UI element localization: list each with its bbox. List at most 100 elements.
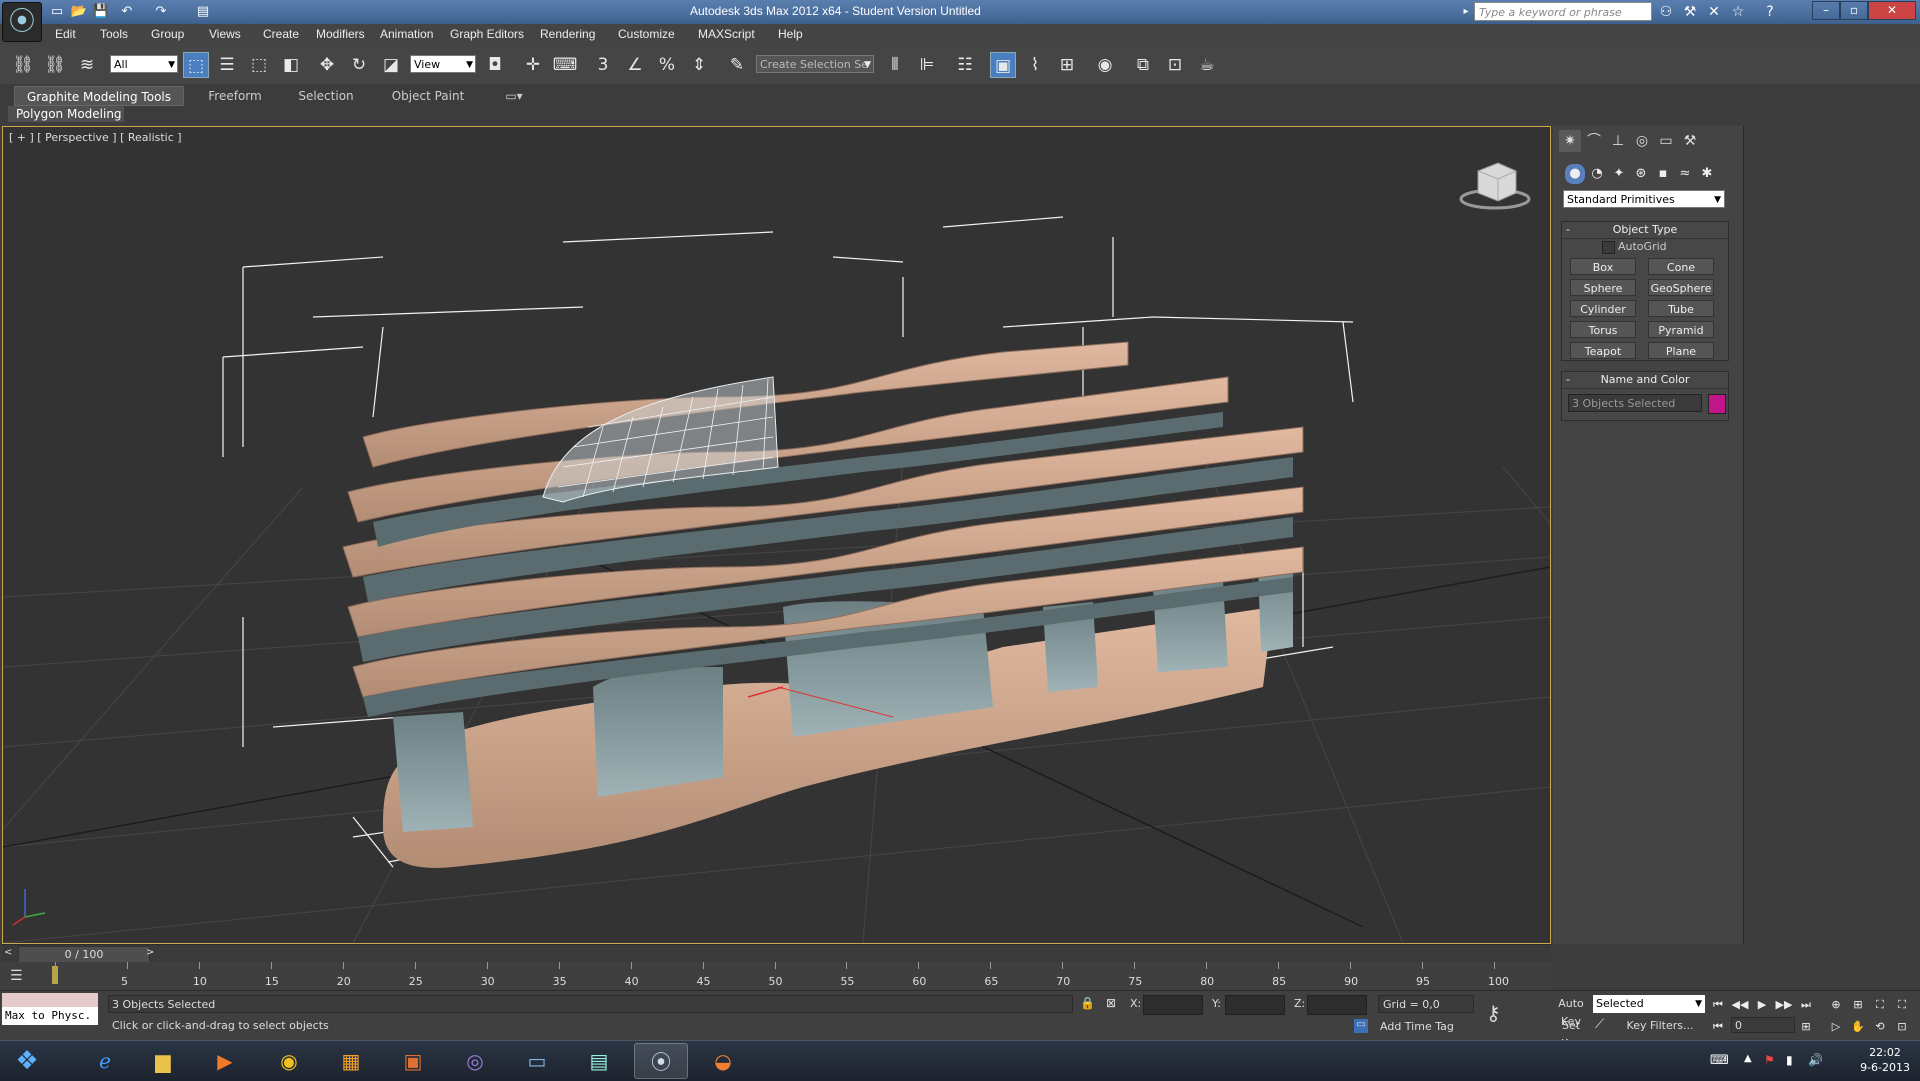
maxscript-mini-listener[interactable]: Max to Physc.: [2, 1007, 98, 1025]
system-clock[interactable]: 22:02 9-6-2013: [1860, 1045, 1910, 1075]
shapes-icon[interactable]: ◔: [1587, 164, 1607, 184]
perspective-viewport[interactable]: [ + ] [ Perspective ] [ Realistic ]: [2, 126, 1551, 944]
pyramid-button[interactable]: Pyramid: [1648, 321, 1714, 338]
select-by-name-icon[interactable]: ☰: [214, 52, 240, 78]
reference-coordinate-dropdown[interactable]: View ▼: [410, 55, 476, 73]
graphite-toggle-icon[interactable]: ▣: [990, 52, 1016, 78]
project-folder-icon[interactable]: ▤: [194, 3, 212, 20]
pivot-center-icon[interactable]: ◘: [482, 52, 508, 78]
menu-tools[interactable]: Tools: [100, 27, 128, 41]
help-icon[interactable]: ?: [1760, 3, 1780, 21]
set-key-icon[interactable]: ⚷: [1486, 1001, 1501, 1025]
tab-selection[interactable]: Selection: [284, 86, 368, 106]
3ds-max-taskbar-icon[interactable]: ⦿: [634, 1043, 688, 1079]
app-logo-icon[interactable]: ⦿: [2, 2, 42, 42]
volume-icon[interactable]: 🔊: [1808, 1053, 1823, 1067]
keyboard-tray-icon[interactable]: ⌨: [1710, 1053, 1729, 1068]
hierarchy-tab-icon[interactable]: ⊥: [1607, 130, 1629, 152]
geosphere-button[interactable]: GeoSphere: [1648, 279, 1714, 296]
menu-animation[interactable]: Animation: [380, 27, 433, 41]
chrome-icon[interactable]: ◉: [262, 1043, 316, 1079]
menu-modifiers[interactable]: Modifiers: [316, 27, 365, 41]
x-coordinate-field[interactable]: [1143, 995, 1203, 1015]
open-file-icon[interactable]: 📂: [70, 3, 88, 20]
search-input[interactable]: Type a keyword or phrase: [1474, 2, 1652, 21]
unlink-icon[interactable]: ⛓: [42, 52, 68, 78]
menu-help[interactable]: Help: [778, 27, 803, 41]
object-type-header[interactable]: - Object Type: [1562, 222, 1728, 239]
rectangular-selection-icon[interactable]: ⬚: [246, 52, 272, 78]
maxscript-listener-pink[interactable]: [2, 993, 98, 1007]
ribbon-options-icon[interactable]: ▭▾: [500, 86, 528, 106]
binoculars-icon[interactable]: ⚇: [1656, 3, 1676, 21]
bind-space-warp-icon[interactable]: ≋: [74, 52, 100, 78]
menu-maxscript[interactable]: MAXScript: [698, 27, 755, 41]
set-key-button[interactable]: Set Key: [1551, 1017, 1591, 1050]
minimize-button[interactable]: –: [1812, 1, 1840, 20]
subscription-icon[interactable]: ⚒: [1680, 3, 1700, 21]
menu-group[interactable]: Group: [151, 27, 184, 41]
material-editor-icon[interactable]: ◉: [1092, 52, 1118, 78]
angle-snap-icon[interactable]: ∠: [622, 52, 648, 78]
y-coordinate-field[interactable]: [1225, 995, 1285, 1015]
app-swirl-icon[interactable]: ◎: [448, 1043, 502, 1079]
cameras-icon[interactable]: ⊛: [1631, 164, 1651, 184]
close-button[interactable]: ✕: [1868, 1, 1916, 20]
current-frame-field[interactable]: 0: [1731, 1017, 1795, 1033]
go-to-end-icon[interactable]: ⏭: [1797, 997, 1815, 1013]
align-icon[interactable]: ⊫: [914, 52, 940, 78]
box-button[interactable]: Box: [1570, 258, 1636, 275]
pan-view-icon[interactable]: ✋: [1849, 1019, 1867, 1035]
blender-icon[interactable]: ◒: [696, 1043, 750, 1079]
select-rotate-icon[interactable]: ↻: [346, 52, 372, 78]
next-frame-icon[interactable]: ▶▶: [1775, 997, 1793, 1013]
create-tab-icon[interactable]: ✷: [1559, 130, 1581, 152]
autogrid-checkbox[interactable]: [1602, 241, 1615, 254]
save-file-icon[interactable]: 💾: [92, 3, 110, 20]
torus-button[interactable]: Torus: [1570, 321, 1636, 338]
object-name-field[interactable]: 3 Objects Selected: [1568, 394, 1702, 412]
tube-button[interactable]: Tube: [1648, 300, 1714, 317]
favorites-star-icon[interactable]: ☆: [1728, 3, 1748, 21]
undo-icon[interactable]: ↶: [118, 3, 136, 20]
select-move-icon[interactable]: ✥: [314, 52, 340, 78]
auto-key-button[interactable]: Auto Key: [1551, 995, 1591, 1028]
app-tiles-icon[interactable]: ▦: [324, 1043, 378, 1079]
space-warps-icon[interactable]: ≈: [1675, 164, 1695, 184]
plane-button[interactable]: Plane: [1648, 342, 1714, 359]
menu-views[interactable]: Views: [209, 27, 241, 41]
tab-object-paint[interactable]: Object Paint: [378, 86, 478, 106]
menu-rendering[interactable]: Rendering: [540, 27, 595, 41]
mirror-icon[interactable]: ⫴: [882, 52, 908, 78]
communication-center-icon[interactable]: ✕: [1704, 3, 1724, 21]
link-icon[interactable]: ⛓: [10, 52, 36, 78]
absolute-relative-icon[interactable]: ⊠: [1106, 996, 1116, 1010]
helpers-icon[interactable]: ▪: [1653, 164, 1673, 184]
time-tag-icon[interactable]: ▭: [1354, 1019, 1368, 1033]
app-monitor-icon[interactable]: ▤: [572, 1043, 626, 1079]
action-center-icon[interactable]: ⚑: [1764, 1053, 1775, 1067]
sphere-button[interactable]: Sphere: [1570, 279, 1636, 296]
select-scale-icon[interactable]: ◪: [378, 52, 404, 78]
key-filters-button[interactable]: Key Filters...: [1615, 1019, 1705, 1032]
previous-frame-icon[interactable]: ◀◀: [1731, 997, 1749, 1013]
track-bar[interactable]: ☰ 5 10 15 20 25 30 35 40 45 50 55 60 65 70 75 80 85 90 95 1…: [0, 962, 1551, 990]
menu-customize[interactable]: Customize: [618, 27, 675, 41]
lock-selection-icon[interactable]: 🔒: [1080, 996, 1095, 1010]
rendered-frame-window-icon[interactable]: ⊡: [1162, 52, 1188, 78]
time-slider[interactable]: < 0 / 100 >: [2, 944, 1551, 963]
motion-tab-icon[interactable]: ◎: [1631, 130, 1653, 152]
spinner-snap-icon[interactable]: ⇕: [686, 52, 712, 78]
maximize-button[interactable]: ▫: [1840, 1, 1868, 20]
time-next-icon[interactable]: >: [146, 947, 154, 958]
snaps-toggle-icon[interactable]: 3: [590, 52, 616, 78]
media-player-icon[interactable]: ▶: [198, 1043, 252, 1079]
menu-graph-editors[interactable]: Graph Editors: [450, 27, 524, 41]
zoom-icon[interactable]: ⊕: [1827, 997, 1845, 1013]
go-to-start-icon[interactable]: ⏮: [1709, 997, 1727, 1013]
time-configuration-icon[interactable]: ⊞: [1797, 1019, 1815, 1035]
search-arrow-icon[interactable]: ▸: [1456, 3, 1476, 21]
add-time-tag[interactable]: Add Time Tag: [1380, 1020, 1454, 1033]
orbit-icon[interactable]: ⟲: [1871, 1019, 1889, 1035]
teapot-button[interactable]: Teapot: [1570, 342, 1636, 359]
